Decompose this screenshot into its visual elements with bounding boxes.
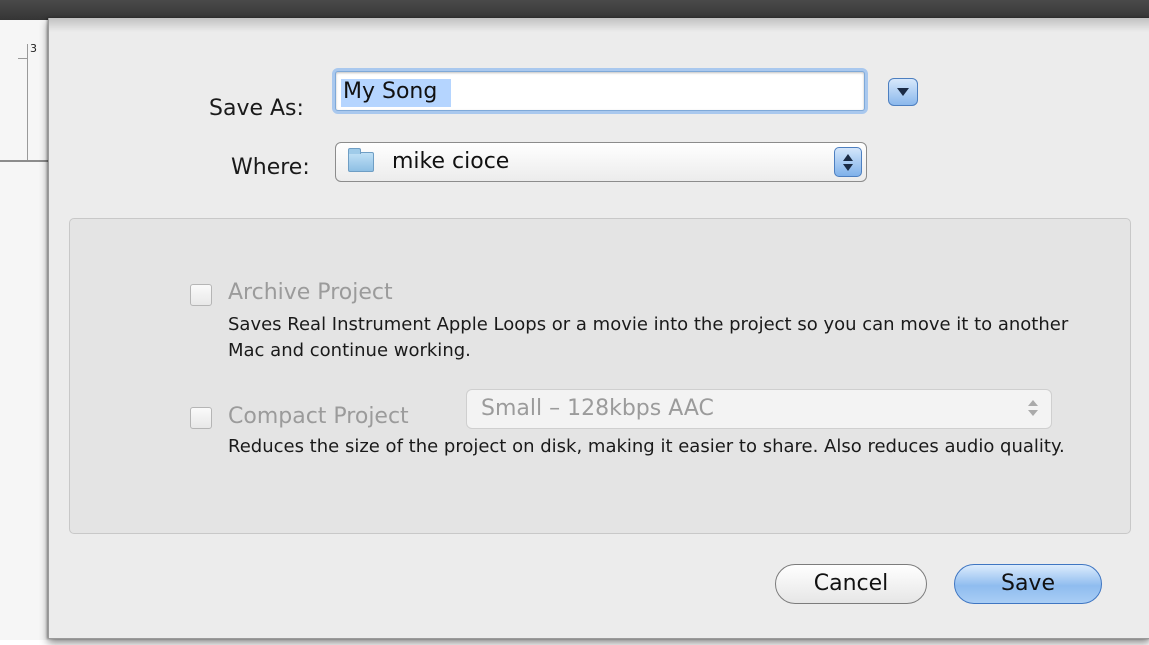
- compact-quality-value: Small – 128kbps AAC: [481, 396, 714, 421]
- archive-project-checkbox[interactable]: [190, 284, 212, 306]
- ruler-tick: [18, 58, 28, 59]
- arrow-down-icon: [843, 164, 853, 171]
- compact-project-label: Compact Project: [228, 404, 409, 429]
- screen: 3 Save As: My Song Where: mike cioce Arc…: [0, 0, 1149, 645]
- ruler-divider: [0, 160, 48, 162]
- popup-arrows-icon: [1023, 397, 1043, 421]
- arrow-up-icon: [843, 154, 853, 161]
- archive-project-description: Saves Real Instrument Apple Loops or a m…: [228, 314, 1069, 361]
- save-sheet: Save As: My Song Where: mike cioce Archi…: [48, 18, 1149, 639]
- background-window-titlebar: [0, 0, 1149, 20]
- compact-project-checkbox[interactable]: [190, 407, 212, 429]
- arrow-up-icon: [1028, 400, 1038, 406]
- project-options-box: Archive Project Saves Real Instrument Ap…: [69, 218, 1131, 534]
- sheet-shadow: [49, 18, 1149, 32]
- folder-icon: [348, 148, 374, 172]
- arrow-down-icon: [1028, 410, 1038, 416]
- ruler-number: 3: [30, 42, 37, 55]
- ruler-tick: [27, 44, 28, 162]
- archive-project-label: Archive Project: [228, 280, 393, 305]
- where-location-popup[interactable]: mike cioce: [335, 142, 867, 182]
- folder-tab: [348, 148, 361, 154]
- expand-dialog-button[interactable]: [888, 78, 918, 106]
- compact-quality-popup[interactable]: Small – 128kbps AAC: [466, 389, 1052, 429]
- save-as-label: Save As:: [209, 96, 304, 121]
- compact-project-description: Reduces the size of the project on disk,…: [228, 436, 1065, 457]
- where-label: Where:: [231, 155, 310, 180]
- where-location-value: mike cioce: [392, 149, 510, 174]
- disclosure-down-icon: [897, 88, 909, 96]
- popup-arrows-icon: [834, 147, 862, 177]
- cancel-button[interactable]: Cancel: [775, 564, 927, 604]
- file-name-input[interactable]: [335, 71, 865, 111]
- background-ruler: 3: [0, 20, 48, 640]
- save-button[interactable]: Save: [954, 564, 1102, 604]
